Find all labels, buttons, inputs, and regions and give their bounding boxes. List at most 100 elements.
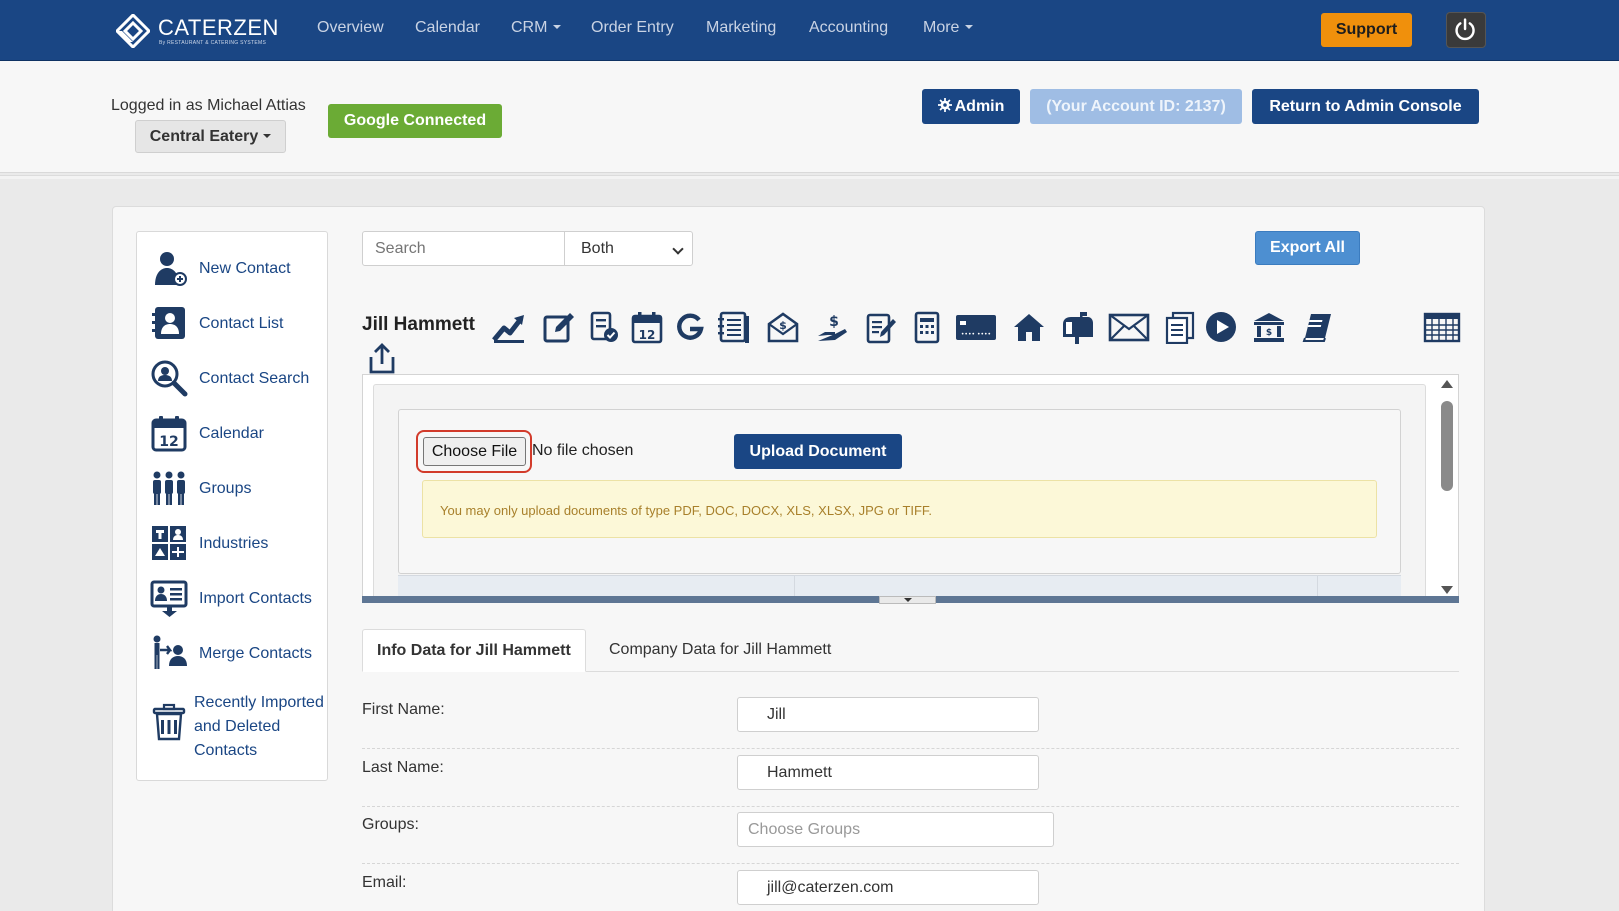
sidebar-item-import-contacts[interactable]: Import Contacts: [137, 573, 329, 623]
nav-more-label: More: [923, 19, 960, 36]
nav-calendar-label: Calendar: [415, 19, 480, 36]
scroll-down-arrow-icon[interactable]: [1441, 586, 1453, 594]
play-icon: [1206, 312, 1236, 342]
sidebar-item-industries[interactable]: Industries: [137, 518, 329, 568]
nav-marketing[interactable]: Marketing: [706, 19, 776, 37]
google-connected-button[interactable]: Google Connected: [328, 104, 502, 138]
toolbar-trend-chart[interactable]: [492, 310, 526, 344]
toolbar-home[interactable]: [1012, 310, 1046, 344]
toolbar-google[interactable]: [673, 310, 707, 344]
email-field[interactable]: jill@caterzen.com: [737, 870, 1039, 905]
scroll-up-arrow-icon[interactable]: [1441, 380, 1453, 388]
sidebar-item-new-contact[interactable]: New Contact: [137, 243, 329, 293]
power-icon: [1455, 18, 1475, 41]
search-scope-select[interactable]: Both: [564, 231, 693, 266]
nav-order-entry[interactable]: Order Entry: [591, 19, 674, 37]
tab-info-data[interactable]: Info Data for Jill Hammett: [362, 629, 586, 672]
logout-button[interactable]: [1446, 12, 1486, 48]
no-file-chosen-text: No file chosen: [532, 442, 634, 459]
sidebar-item-groups[interactable]: Groups: [137, 463, 329, 513]
calendar-12-icon: 12: [631, 312, 663, 344]
caterzen-logo-mark-icon: [116, 14, 150, 48]
nav-overview[interactable]: Overview: [317, 19, 384, 37]
scroll-thumb[interactable]: [1441, 401, 1453, 491]
email-label: Email:: [362, 874, 407, 891]
toolbar-bank[interactable]: $: [1252, 310, 1286, 344]
credit-card-icon: •••• ••••: [956, 315, 996, 340]
return-admin-console-button[interactable]: Return to Admin Console: [1252, 89, 1479, 124]
toolbar-mailbox[interactable]: [1060, 310, 1094, 344]
svg-text:$: $: [779, 319, 787, 332]
toolbar-play[interactable]: [1204, 310, 1238, 344]
form-row-last-name: Last Name: Hammett: [362, 749, 1459, 807]
caret-down-icon: [553, 25, 562, 29]
first-name-field[interactable]: Jill: [737, 697, 1039, 732]
tab-company-data[interactable]: Company Data for Jill Hammett: [595, 629, 845, 672]
logo-tagline: By RESTAURANT & CATERING SYSTEMS: [159, 40, 267, 46]
svg-text:12: 12: [639, 328, 656, 342]
caterzen-logo[interactable]: CATERZEN By RESTAURANT & CATERING SYSTEM…: [116, 12, 286, 50]
toolbar-payment[interactable]: $: [815, 310, 849, 344]
contact-name: Jill Hammett: [362, 314, 475, 335]
sidebar-item-label: Contact List: [199, 315, 284, 332]
notes-icon: [866, 313, 896, 344]
nav-more[interactable]: More: [923, 19, 974, 37]
sidebar-item-calendar[interactable]: 12 Calendar: [137, 408, 329, 458]
sidebar-item-contact-search[interactable]: Contact Search: [137, 353, 329, 403]
splitter-handle[interactable]: [879, 596, 936, 604]
contact-list-icon: [152, 307, 185, 339]
support-button[interactable]: Support: [1321, 13, 1412, 47]
top-navbar: CATERZEN By RESTAURANT & CATERING SYSTEM…: [0, 0, 1619, 61]
form-row-first-name: First Name: Jill: [362, 691, 1459, 749]
logo-text: CATERZEN: [158, 15, 279, 40]
toolbar-invoice[interactable]: $: [766, 310, 800, 344]
toolbar-grid-table[interactable]: [1423, 310, 1461, 344]
order-verified-icon: [590, 311, 618, 342]
toolbar-copy-documents[interactable]: [1163, 310, 1197, 345]
toolbar-credit-card[interactable]: •••• ••••: [955, 310, 997, 344]
last-name-field[interactable]: Hammett: [737, 755, 1039, 790]
toolbar-document[interactable]: [910, 310, 944, 344]
upload-document-button[interactable]: Upload Document: [734, 434, 902, 469]
documents-scrollbar[interactable]: [1435, 374, 1459, 602]
document-icon: [914, 311, 940, 344]
home-icon: [1014, 314, 1044, 341]
choose-file-button[interactable]: Choose File: [423, 437, 526, 466]
toolbar-calendar[interactable]: 12: [630, 310, 664, 344]
export-all-button[interactable]: Export All: [1255, 231, 1360, 265]
divider: [0, 175, 1619, 179]
industries-icon: [152, 526, 186, 560]
file-type-notice: You may only upload documents of type PD…: [422, 480, 1377, 538]
toolbar-share-upload[interactable]: [365, 342, 399, 376]
toolbar-edit[interactable]: [541, 310, 575, 344]
nav-order-entry-label: Order Entry: [591, 19, 674, 36]
toolbar-book[interactable]: [1301, 310, 1335, 344]
svg-text:12: 12: [159, 434, 178, 450]
contact-search-input[interactable]: [362, 231, 565, 266]
nav-overview-label: Overview: [317, 19, 384, 36]
account-id-button[interactable]: (Your Account ID: 2137): [1030, 89, 1242, 124]
grid-table-icon: [1423, 312, 1461, 343]
column-divider: [794, 576, 795, 597]
groups-icon: [153, 471, 185, 505]
toolbar-order-verified[interactable]: [587, 310, 621, 344]
documents-table-header: [398, 575, 1401, 597]
toolbar-envelope[interactable]: [1108, 310, 1150, 344]
toolbar-notes[interactable]: [864, 310, 898, 344]
nav-marketing-label: Marketing: [706, 19, 777, 36]
toolbar-ledger[interactable]: [717, 310, 751, 344]
bank-icon: $: [1254, 313, 1284, 342]
groups-select[interactable]: Choose Groups: [737, 812, 1054, 847]
nav-accounting[interactable]: Accounting: [809, 19, 888, 37]
nav-crm[interactable]: CRM: [511, 19, 562, 37]
import-contacts-icon: [150, 580, 188, 617]
invoice-icon: $: [767, 312, 799, 343]
restaurant-dropdown[interactable]: Central Eatery: [135, 120, 286, 153]
admin-button[interactable]: Admin: [922, 89, 1020, 124]
nav-calendar[interactable]: Calendar: [415, 19, 480, 37]
edit-icon: [543, 313, 574, 343]
sidebar-item-merge-contacts[interactable]: Merge Contacts: [137, 628, 329, 678]
nav-crm-label: CRM: [511, 19, 548, 36]
sidebar-item-recently-imported-deleted[interactable]: Recently Imported and Deleted Contacts: [137, 691, 329, 763]
sidebar-item-contact-list[interactable]: Contact List: [137, 298, 329, 348]
